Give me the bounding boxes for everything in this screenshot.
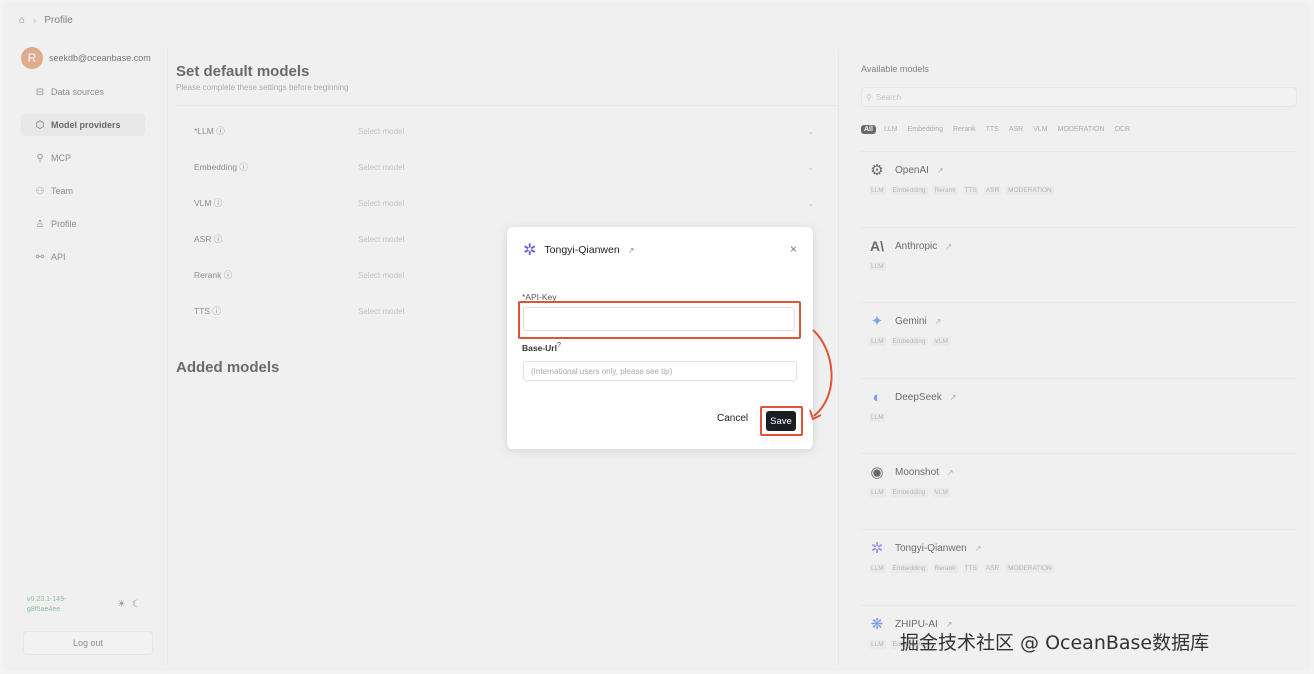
help-icon[interactable]: ? xyxy=(557,342,561,349)
modal-title: Tongyi-Qianwen xyxy=(544,244,620,256)
watermark: 掘金技术社区 @ OceanBase数据库 xyxy=(900,632,1210,654)
base-url-label: Base-Url? xyxy=(522,342,561,353)
tongyi-logo-icon: ✲ xyxy=(523,242,537,259)
modal-header: ✲ Tongyi-Qianwen ↗ xyxy=(523,240,634,260)
annotation-arrow xyxy=(809,329,833,421)
base-url-field[interactable]: (International users only, please see ti… xyxy=(523,361,797,381)
close-icon[interactable]: × xyxy=(790,242,797,256)
cancel-button[interactable]: Cancel xyxy=(717,413,748,424)
api-key-modal: ✲ Tongyi-Qianwen ↗ × *API-Key Base-Url? … xyxy=(507,227,813,449)
highlight-box xyxy=(760,406,803,436)
external-link-icon[interactable]: ↗ xyxy=(628,246,635,255)
highlight-box xyxy=(518,301,801,339)
